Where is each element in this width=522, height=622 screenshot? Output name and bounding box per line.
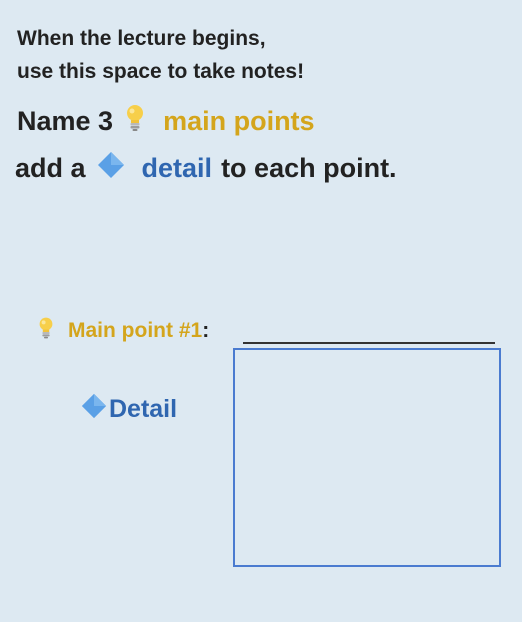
intro-line-2: use this space to take notes! [17,60,305,83]
lightbulb-icon [38,316,54,346]
main-point-row: Main point #1 : [38,316,209,346]
intro-text: When the lecture begins, use this space … [17,22,304,88]
instruction-main-points: Name 3 main points [17,104,315,139]
main-point-blank-line[interactable] [243,342,495,344]
main-point-label: Main point #1 [68,319,203,342]
main-points-text: main points [163,106,315,136]
instruction-detail: add a detail to each point. [15,150,397,187]
lightbulb-icon [125,104,145,139]
add-prefix: add a [15,153,86,183]
detail-notes-box[interactable] [233,348,501,567]
main-point-colon: : [202,319,210,342]
intro-line-1: When the lecture begins, [17,27,266,50]
blue-diamond-icon [96,150,126,187]
add-suffix: to each point. [221,153,397,183]
detail-label: Detail [80,392,177,427]
detail-text: Detail [109,395,178,423]
name-prefix: Name 3 [17,106,114,136]
blue-diamond-icon [80,392,108,427]
detail-word: detail [141,153,213,183]
